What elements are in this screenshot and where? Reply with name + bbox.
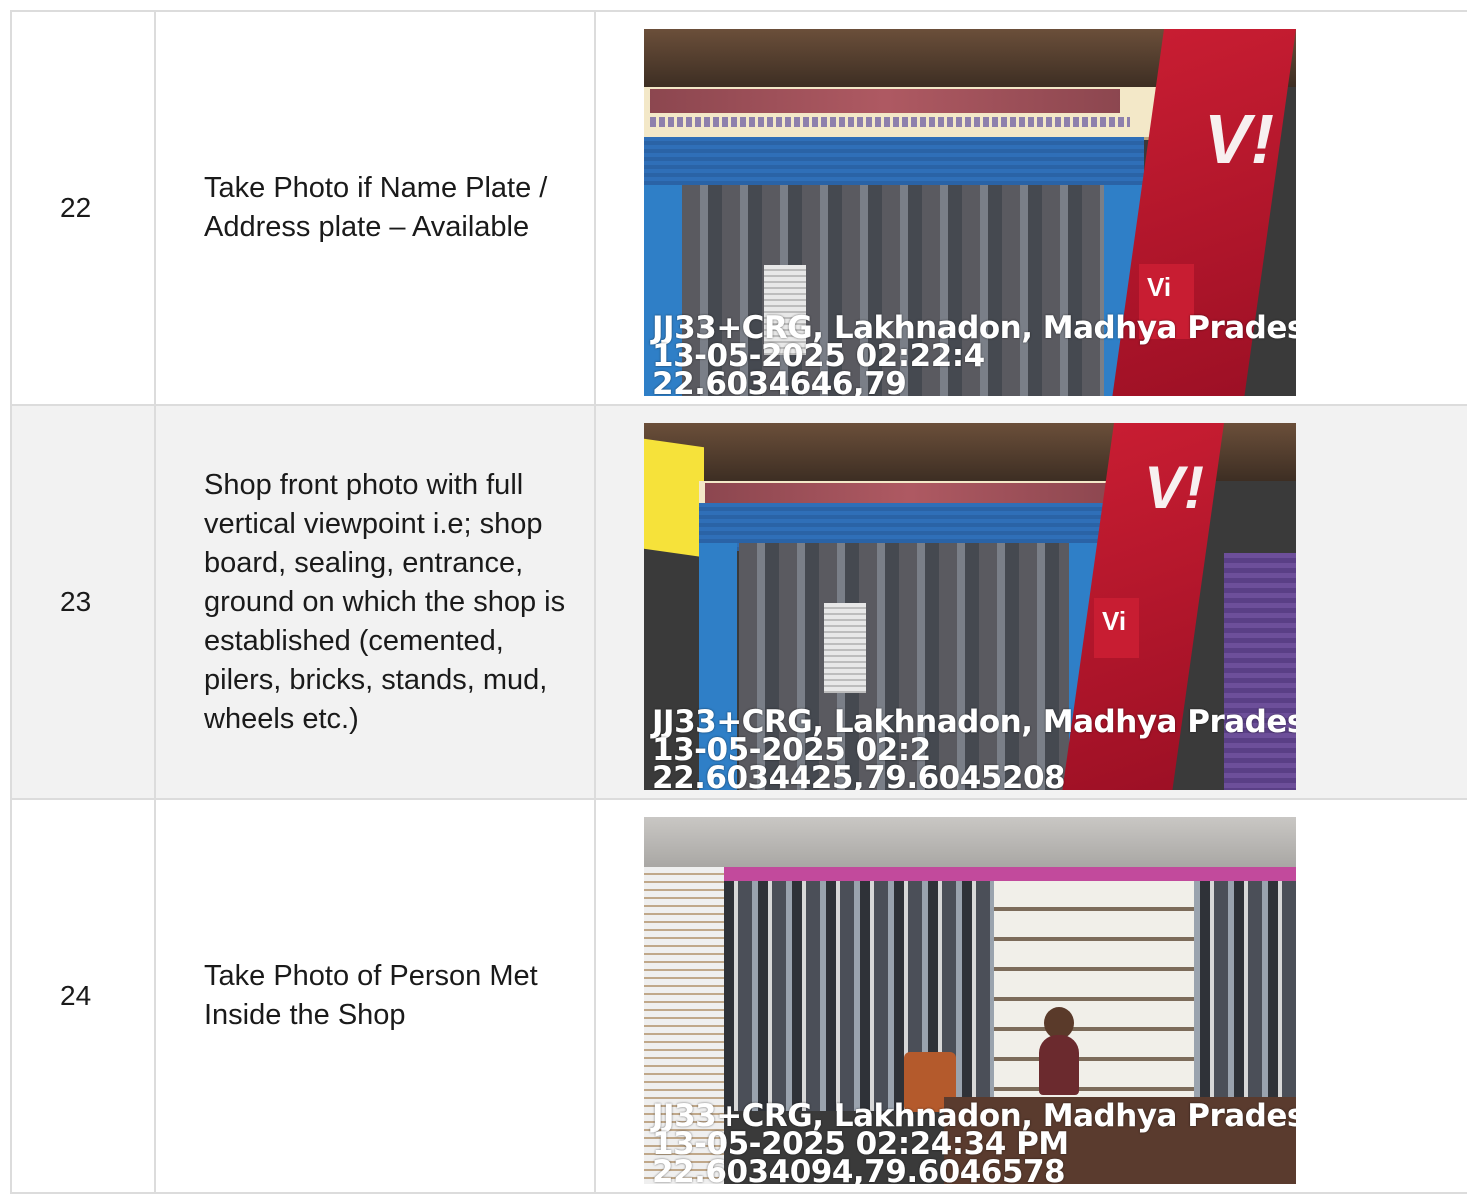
- verification-table: 22 Take Photo if Name Plate / Address pl…: [10, 10, 1467, 1194]
- vi-logo: V!: [1144, 454, 1204, 521]
- geotag-overlay: JJ33+CRG, Lakhnadon, Madhya Pradesh 480 …: [652, 1101, 1296, 1185]
- person-met-photo: JJ33+CRG, Lakhnadon, Madhya Pradesh 480 …: [644, 817, 1296, 1184]
- row-number-cell: 23: [10, 406, 156, 798]
- row-description: Take Photo of Person Met Inside the Shop: [204, 960, 538, 1031]
- shop-front-photo: V! Vi JJ33+CRG, Lakhnadon, Madhya Prades…: [644, 423, 1296, 790]
- row-description: Take Photo if Name Plate / Address plate…: [204, 172, 548, 243]
- name-plate-photo: V! Vi JJ33+CRG, Lakhnadon, Madhya Prades…: [644, 29, 1296, 396]
- row-description: Shop front photo with full vertical view…: [204, 468, 566, 735]
- geotag-coordinates: 22.6034094,79.6046578: [652, 1154, 1066, 1185]
- table-row: 22 Take Photo if Name Plate / Address pl…: [10, 12, 1467, 406]
- row-description-cell: Shop front photo with full vertical view…: [156, 406, 596, 798]
- row-number: 23: [60, 586, 92, 617]
- row-description-cell: Take Photo of Person Met Inside the Shop: [156, 800, 596, 1192]
- geotag-overlay: JJ33+CRG, Lakhnadon, Madhya Pradesh 480 …: [652, 313, 1296, 397]
- row-photo-cell: V! Vi JJ33+CRG, Lakhnadon, Madhya Prades…: [596, 12, 1467, 404]
- vi-small-logo: Vi: [1094, 598, 1139, 658]
- geotag-coordinates: 22.6034425,79.6045208: [652, 760, 1066, 791]
- bsnl-sign: [644, 438, 704, 558]
- row-number: 22: [60, 192, 92, 223]
- table-row: 23 Shop front photo with full vertical v…: [10, 406, 1467, 800]
- person-met: [1039, 1035, 1079, 1095]
- vi-logo: V!: [1204, 100, 1274, 178]
- table-row: 24 Take Photo of Person Met Inside the S…: [10, 800, 1467, 1194]
- shop-signboard: [644, 87, 1164, 140]
- row-photo-cell: V! Vi JJ33+CRG, Lakhnadon, Madhya Prades…: [596, 406, 1467, 798]
- geotag-overlay: JJ33+CRG, Lakhnadon, Madhya Pradesh 480 …: [652, 707, 1296, 791]
- row-description-cell: Take Photo if Name Plate / Address plate…: [156, 12, 596, 404]
- row-number-cell: 22: [10, 12, 156, 404]
- row-number-cell: 24: [10, 800, 156, 1192]
- row-photo-cell: JJ33+CRG, Lakhnadon, Madhya Pradesh 480 …: [596, 800, 1467, 1192]
- row-number: 24: [60, 980, 92, 1011]
